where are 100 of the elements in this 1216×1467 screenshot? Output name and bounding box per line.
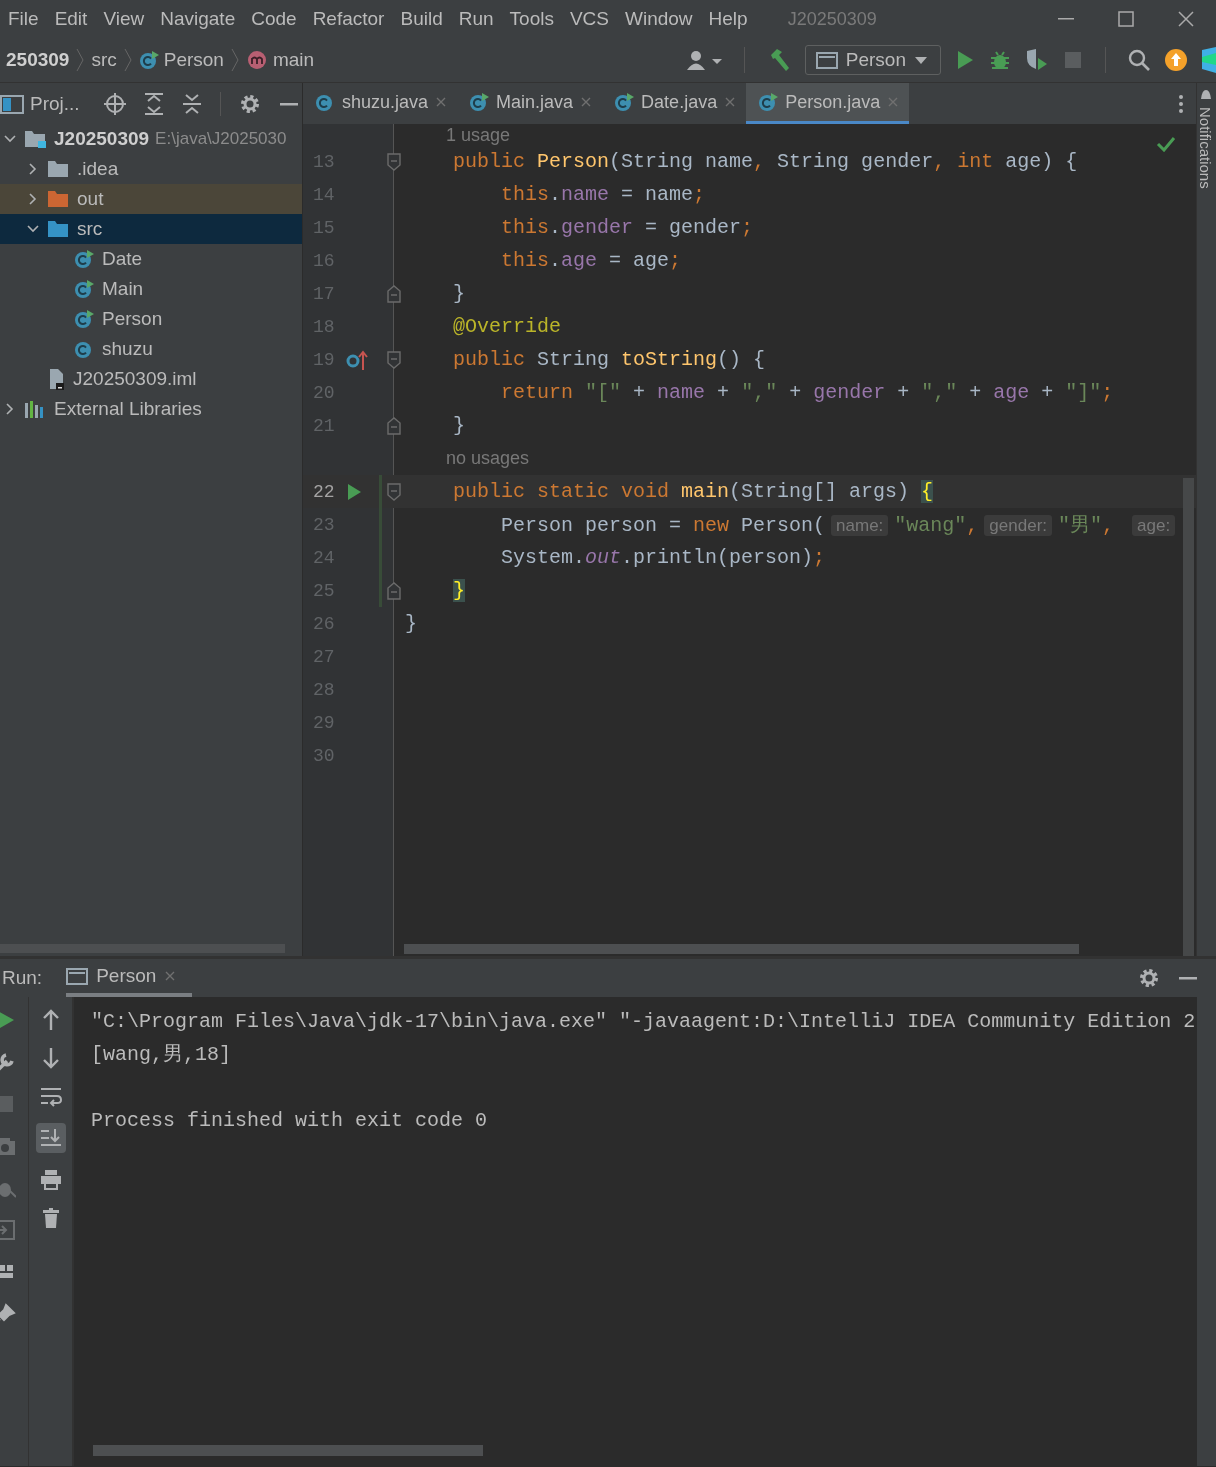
locate-icon[interactable] <box>103 92 126 115</box>
menu-item[interactable]: Run <box>450 8 502 30</box>
file-icon <box>47 368 65 390</box>
panel-title: Run: <box>2 966 43 990</box>
module-folder-icon <box>24 130 46 148</box>
usage-hint[interactable]: no usages <box>398 448 530 469</box>
folder-icon <box>47 220 69 238</box>
close-icon[interactable] <box>164 970 177 982</box>
settings-icon[interactable] <box>238 92 261 115</box>
runnable-class-icon <box>614 92 635 112</box>
breadcrumb[interactable]: src <box>91 49 117 71</box>
close-icon[interactable] <box>435 96 448 108</box>
editor-tab[interactable]: shuzu.java <box>303 83 458 124</box>
search-icon[interactable] <box>1128 49 1150 71</box>
tree-item[interactable]: J20250309 E:\java\J2025030 <box>0 124 302 154</box>
menu-item[interactable]: Window <box>617 8 701 30</box>
expand-all-icon[interactable] <box>143 92 164 115</box>
run-tab[interactable]: Person <box>66 959 193 997</box>
menu-item[interactable]: File <box>0 8 47 30</box>
code-line: System.out.println(person); <box>500 546 826 569</box>
tree-item[interactable]: Main <box>0 274 302 304</box>
fold-icon[interactable] <box>386 349 402 370</box>
runnable-class-icon <box>758 92 779 112</box>
tree-item[interactable]: External Libraries <box>0 394 302 424</box>
camera-icon[interactable] <box>0 1135 16 1157</box>
editor-tab[interactable]: Main.java <box>457 83 603 124</box>
editor-tab[interactable]: Date.java <box>602 83 747 124</box>
tree-item[interactable]: Date <box>0 244 302 274</box>
menu-item[interactable]: Build <box>392 8 451 30</box>
console-line: Process finished with exit code 0 <box>91 1108 489 1134</box>
class-icon <box>74 339 94 359</box>
override-icon[interactable] <box>346 348 368 371</box>
tree-item[interactable]: .idea <box>0 154 302 184</box>
print-icon[interactable] <box>39 1169 62 1191</box>
code-line: return "[" + name + "," + gender + "," + age + "]"; <box>500 381 1114 404</box>
usage-hint[interactable]: 1 usage <box>398 125 511 145</box>
code-line: public Person(String name, String gender, int age) { <box>452 150 1078 173</box>
shield-icon[interactable] <box>1025 48 1049 72</box>
notifications-tab[interactable]: Notifications <box>1197 107 1214 189</box>
method-icon <box>245 49 268 71</box>
panel-icon <box>0 93 24 114</box>
scroll-to-end-icon <box>39 1127 62 1149</box>
wrench-icon[interactable] <box>0 1051 16 1073</box>
fold-icon[interactable] <box>386 481 402 502</box>
fold-icon[interactable] <box>386 283 402 304</box>
caret-icon <box>914 55 928 65</box>
code-line: @Override <box>452 315 562 338</box>
project-path: E:\java\J2025030 <box>155 129 287 149</box>
fold-icon[interactable] <box>386 415 402 436</box>
runnable-class-icon <box>74 279 94 299</box>
run-icon[interactable] <box>346 482 362 501</box>
code-line: } <box>405 612 417 635</box>
menu-item[interactable]: VCS <box>561 8 617 30</box>
tree-item[interactable]: out <box>0 184 302 214</box>
code-line: Person person = new Person( name: "wang", gender: "男", age: <box>405 511 1182 538</box>
menu-item[interactable]: Navigate <box>152 8 244 30</box>
folder-icon <box>47 160 69 178</box>
run-icon[interactable] <box>955 50 975 70</box>
line-number: 22 <box>312 481 336 502</box>
scrollbar[interactable] <box>404 944 1079 954</box>
tree-item[interactable]: shuzu <box>0 334 302 364</box>
login-icon[interactable] <box>0 1219 16 1241</box>
menu-item[interactable]: Help <box>700 8 756 30</box>
more-icon[interactable] <box>1178 93 1184 114</box>
toolbox-icon[interactable] <box>1202 47 1216 73</box>
update-icon[interactable] <box>1164 48 1188 72</box>
library-icon <box>24 400 46 418</box>
scrollbar[interactable] <box>93 1445 483 1456</box>
console-line: [wang,男,18] <box>91 1042 233 1068</box>
close-icon[interactable] <box>580 96 593 108</box>
class-icon <box>315 92 335 112</box>
menu-item[interactable]: Refactor <box>304 8 393 30</box>
scroll-to-end-toggle[interactable] <box>35 1123 66 1153</box>
breadcrumb-separator-icon <box>122 47 133 73</box>
run-icon[interactable] <box>0 1009 16 1031</box>
user-icon[interactable] <box>685 49 722 71</box>
menu-item[interactable]: View <box>95 8 153 30</box>
panel-title[interactable]: Proj... <box>30 92 80 115</box>
down-arrow-icon[interactable] <box>40 1047 61 1069</box>
code-line: this.age = age; <box>500 249 682 272</box>
menu-item[interactable]: Edit <box>46 8 96 30</box>
tree-item[interactable]: Person <box>0 304 302 334</box>
soft-wrap-icon[interactable] <box>39 1085 62 1107</box>
tree-item[interactable]: src <box>0 214 302 244</box>
collapse-all-icon[interactable] <box>181 92 202 115</box>
tree-item[interactable]: J20250309.iml <box>0 364 302 394</box>
menu-item[interactable]: Code <box>243 8 305 30</box>
editor-tab[interactable]: Person.java <box>746 83 910 124</box>
run-configuration-dropdown[interactable]: Person <box>804 45 941 75</box>
fold-icon[interactable] <box>386 580 402 601</box>
close-icon[interactable] <box>724 96 737 108</box>
breadcrumb[interactable]: main <box>272 49 315 71</box>
breadcrumb[interactable]: 250309 <box>6 49 70 71</box>
runnable-class-icon <box>138 50 159 70</box>
fold-icon[interactable] <box>386 151 402 172</box>
breadcrumb[interactable]: Person <box>163 49 224 71</box>
settings-icon[interactable] <box>1138 967 1160 989</box>
scrollbar[interactable] <box>1183 478 1194 956</box>
menu-item[interactable]: Tools <box>501 8 562 30</box>
checkmark-icon <box>1156 136 1176 152</box>
